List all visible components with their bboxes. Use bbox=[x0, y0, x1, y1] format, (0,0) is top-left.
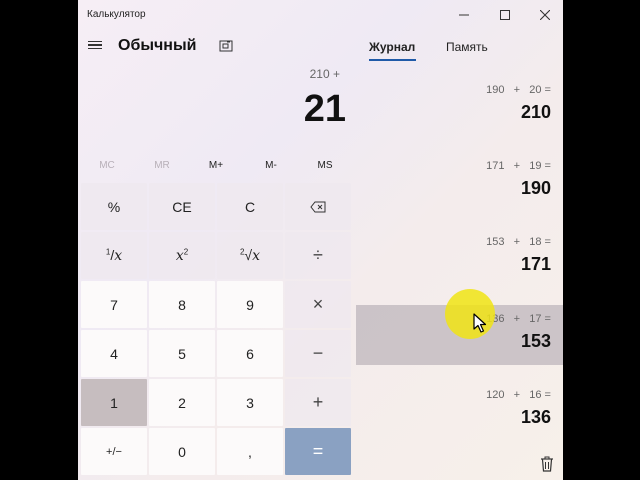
digit-5-key[interactable]: 5 bbox=[149, 330, 215, 377]
digit-0-key[interactable]: 0 bbox=[149, 428, 215, 475]
square-label: x2 bbox=[175, 247, 189, 264]
tab-journal[interactable]: Журнал bbox=[369, 40, 415, 54]
title-bar: Калькулятор bbox=[78, 0, 563, 30]
maximize-icon bbox=[500, 10, 510, 20]
mode-title: Обычный bbox=[118, 37, 197, 54]
negate-key[interactable]: +/− bbox=[81, 428, 147, 475]
digit-3-key[interactable]: 3 bbox=[217, 379, 283, 426]
minimize-button[interactable] bbox=[446, 3, 482, 27]
history-item[interactable]: 120 + 16 = 136 bbox=[356, 381, 563, 441]
memory-clear-button[interactable]: MC bbox=[80, 160, 134, 171]
reciprocal-key[interactable]: 1/x bbox=[81, 232, 147, 279]
memory-recall-button[interactable]: MR bbox=[135, 160, 189, 171]
trash-icon bbox=[541, 456, 553, 472]
digit-8-key[interactable]: 8 bbox=[149, 281, 215, 328]
mouse-cursor-icon bbox=[473, 313, 487, 333]
expression-display: 210 + bbox=[309, 67, 340, 81]
memory-add-button[interactable]: M+ bbox=[189, 160, 243, 171]
history-result: 136 bbox=[520, 407, 551, 427]
menu-hamburger-icon[interactable] bbox=[88, 39, 102, 53]
calculator-window: Калькулятор Обычный 210 + 21 MC MR M+ M-… bbox=[78, 0, 563, 480]
history-result: 190 bbox=[520, 178, 551, 198]
minus-key[interactable]: − bbox=[285, 330, 351, 377]
reciprocal-label: 1/x bbox=[105, 247, 123, 264]
backspace-key[interactable] bbox=[285, 183, 351, 230]
cursor-highlight bbox=[445, 289, 495, 339]
decimal-key[interactable]: , bbox=[217, 428, 283, 475]
equals-key[interactable]: = bbox=[285, 428, 351, 475]
keep-on-top-icon bbox=[219, 40, 233, 52]
square-key[interactable]: x2 bbox=[149, 232, 215, 279]
divide-key[interactable]: ÷ bbox=[285, 232, 351, 279]
plus-key[interactable]: + bbox=[285, 379, 351, 426]
clear-key[interactable]: C bbox=[217, 183, 283, 230]
history-item[interactable]: 171 + 19 = 190 bbox=[356, 152, 563, 212]
digit-6-key[interactable]: 6 bbox=[217, 330, 283, 377]
digit-2-key[interactable]: 2 bbox=[149, 379, 215, 426]
digit-7-key[interactable]: 7 bbox=[81, 281, 147, 328]
backspace-icon bbox=[310, 201, 326, 212]
history-result: 153 bbox=[520, 331, 551, 351]
maximize-button[interactable] bbox=[487, 3, 523, 27]
history-expression: 120 + 16 = bbox=[486, 389, 551, 401]
history-item[interactable]: 190 + 20 = 210 bbox=[356, 76, 563, 136]
history-item[interactable]: 153 + 18 = 171 bbox=[356, 228, 563, 288]
tab-memory[interactable]: Память bbox=[446, 40, 488, 54]
history-expression: 136 + 17 = bbox=[486, 313, 551, 325]
digit-9-key[interactable]: 9 bbox=[217, 281, 283, 328]
square-root-label: 2√x bbox=[239, 247, 261, 264]
close-icon bbox=[540, 10, 550, 20]
percent-key[interactable]: % bbox=[81, 183, 147, 230]
result-display: 21 bbox=[303, 88, 346, 130]
memory-row: MC MR M+ M- MS bbox=[78, 160, 354, 178]
history-expression: 190 + 20 = bbox=[486, 84, 551, 96]
history-expression: 171 + 19 = bbox=[486, 160, 551, 172]
minimize-icon bbox=[459, 14, 469, 16]
multiply-key[interactable]: × bbox=[285, 281, 351, 328]
close-button[interactable] bbox=[527, 3, 563, 27]
window-title: Калькулятор bbox=[87, 9, 146, 20]
history-result: 210 bbox=[520, 102, 551, 122]
keypad: % CE C 1/x x2 2√x ÷ 7 8 9 × 4 5 6 − 1 2 … bbox=[81, 183, 353, 480]
tab-active-indicator bbox=[369, 59, 416, 61]
clear-history-button[interactable] bbox=[540, 456, 554, 472]
clear-entry-key[interactable]: CE bbox=[149, 183, 215, 230]
digit-1-key[interactable]: 1 bbox=[81, 379, 147, 426]
square-root-key[interactable]: 2√x bbox=[217, 232, 283, 279]
history-expression: 153 + 18 = bbox=[486, 236, 551, 248]
memory-subtract-button[interactable]: M- bbox=[244, 160, 298, 171]
keep-on-top-button[interactable] bbox=[219, 39, 233, 53]
memory-store-button[interactable]: MS bbox=[298, 160, 352, 171]
history-result: 171 bbox=[520, 254, 551, 274]
digit-4-key[interactable]: 4 bbox=[81, 330, 147, 377]
